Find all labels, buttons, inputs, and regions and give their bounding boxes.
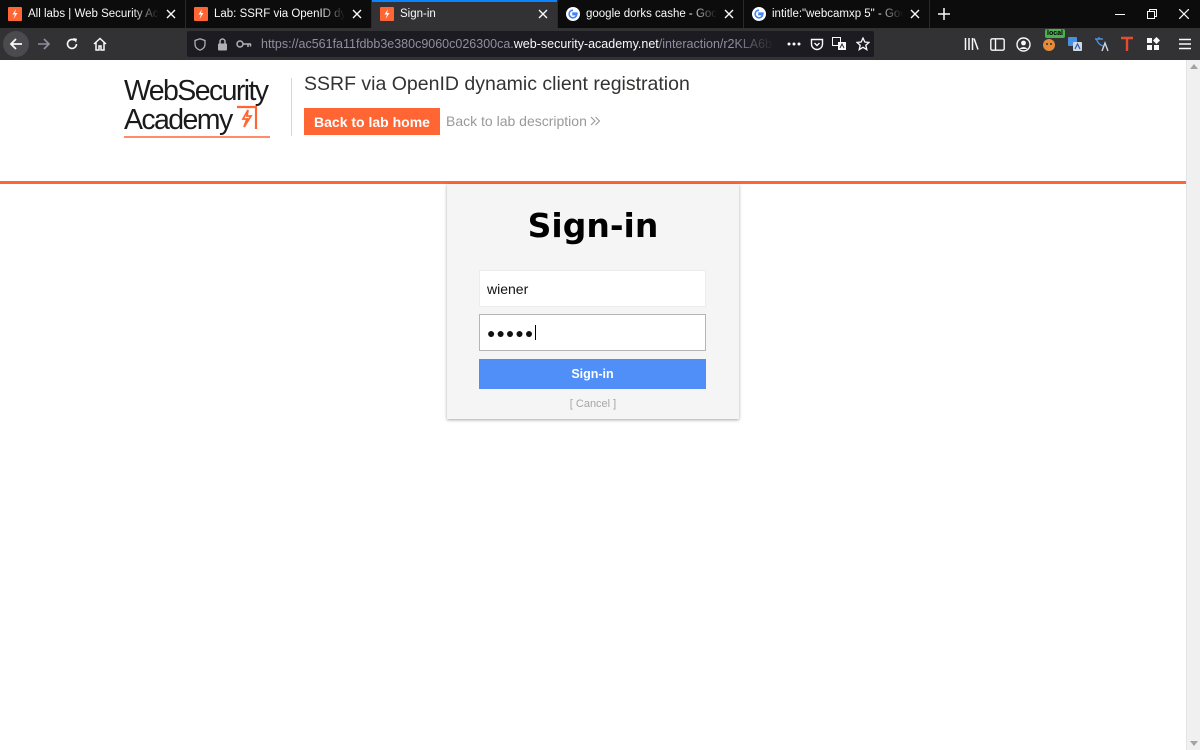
close-window-button[interactable] [1168, 0, 1200, 28]
tab-google-dorks[interactable]: google dorks cashe - Google Search [558, 0, 744, 28]
new-tab-button[interactable] [930, 0, 958, 28]
restore-window-button[interactable] [1136, 0, 1168, 28]
extension-local-icon[interactable]: local [1036, 29, 1065, 57]
password-input[interactable]: ●●●●● [479, 314, 706, 351]
login-card: Sign-in wiener ●●●●● Sign-in [ Cancel ] [447, 184, 739, 419]
language-extension-icon[interactable] [1088, 31, 1114, 57]
academy-header: WebSecurity Academy SSRF via OpenID dyna… [0, 60, 1186, 184]
username-value: wiener [487, 280, 529, 297]
tab-bar: All labs | Web Security Academy Lab: SSR… [0, 0, 1200, 28]
portswigger-icon [8, 7, 22, 21]
shield-icon[interactable] [191, 37, 209, 51]
header-divider [291, 78, 292, 136]
arrow-left-icon [9, 38, 22, 50]
tab-title: Sign-in [400, 8, 436, 20]
scroll-down-icon[interactable] [1190, 741, 1198, 746]
bookmark-star-icon[interactable] [851, 37, 874, 51]
minimize-window-button[interactable] [1104, 0, 1136, 28]
double-chevron-right-icon [590, 116, 601, 126]
close-tab-icon[interactable] [163, 6, 179, 22]
logo-line2-text: Academy [124, 104, 233, 136]
text-caret [535, 325, 537, 340]
tab-title: intitle:"webcamxp 5" - Google Search [772, 8, 903, 20]
back-to-lab-description-label: Back to lab description [446, 113, 587, 129]
sign-in-button[interactable]: Sign-in [479, 359, 706, 389]
forward-button[interactable] [31, 31, 57, 57]
reload-button[interactable] [59, 31, 85, 57]
tab-sign-in[interactable]: Sign-in [372, 0, 558, 28]
url-bar[interactable]: https://ac561fa11fdbb3e380c9060c026300ca… [187, 31, 874, 57]
page-content: WebSecurity Academy SSRF via OpenID dyna… [0, 60, 1186, 750]
close-tab-icon[interactable] [535, 6, 551, 22]
tab-title: All labs | Web Security Academy [28, 8, 159, 20]
logo-line1: WebSecurity [124, 75, 269, 107]
translate-extension-icon[interactable] [1062, 31, 1088, 57]
web-security-academy-logo[interactable]: WebSecurity Academy [124, 75, 288, 138]
lab-title: SSRF via OpenID dynamic client registrat… [304, 73, 690, 95]
scroll-up-icon[interactable] [1190, 64, 1198, 69]
cancel-link[interactable]: [ Cancel ] [447, 398, 739, 410]
navigation-toolbar: https://ac561fa11fdbb3e380c9060c026300ca… [0, 28, 1200, 60]
portswigger-icon [194, 7, 208, 21]
plus-icon [938, 8, 950, 20]
key-icon[interactable] [235, 39, 253, 49]
home-icon [93, 37, 107, 51]
account-icon[interactable] [1010, 31, 1036, 57]
back-to-lab-home-button[interactable]: Back to lab home [304, 108, 440, 135]
back-to-lab-description-link[interactable]: Back to lab description [446, 113, 601, 129]
portswigger-icon [380, 7, 394, 21]
url-path: /interaction/r2KLA6b_jSbbqYHL [658, 37, 775, 51]
toolbar-right: local [958, 29, 1200, 57]
logo-line2: Academy [124, 105, 288, 134]
url-scheme: https:// [261, 37, 299, 51]
tab-title: Lab: SSRF via OpenID dynamic client regi… [214, 8, 345, 20]
reload-icon [66, 38, 78, 50]
back-button[interactable] [3, 31, 29, 57]
hamburger-menu-icon[interactable] [1172, 31, 1198, 57]
tab-webcamxp[interactable]: intitle:"webcamxp 5" - Google Search [744, 0, 930, 28]
logo-underline [124, 136, 270, 138]
google-icon [566, 7, 580, 21]
password-mask: ●●●●● [487, 324, 535, 341]
pocket-icon[interactable] [805, 37, 828, 51]
google-icon [752, 7, 766, 21]
url-subdomain: ac561fa11fdbb3e380c9060c026300ca. [298, 37, 514, 51]
close-tab-icon[interactable] [349, 6, 365, 22]
tab-all-labs[interactable]: All labs | Web Security Academy [0, 0, 186, 28]
lock-icon[interactable] [213, 37, 231, 51]
window-controls [1104, 0, 1200, 28]
tab-lab-ssrf[interactable]: Lab: SSRF via OpenID dynamic client regi… [186, 0, 372, 28]
sidebar-icon[interactable] [984, 31, 1010, 57]
arrow-right-icon [38, 38, 51, 50]
url-text[interactable]: https://ac561fa11fdbb3e380c9060c026300ca… [261, 37, 775, 51]
username-input[interactable]: wiener [479, 270, 706, 307]
tab-title: google dorks cashe - Google Search [586, 8, 717, 20]
close-tab-icon[interactable] [721, 6, 737, 22]
url-host: web-security-academy.net [513, 37, 659, 51]
home-button[interactable] [87, 31, 113, 57]
close-tab-icon[interactable] [907, 6, 923, 22]
vertical-scrollbar[interactable] [1186, 60, 1200, 750]
library-icon[interactable] [958, 31, 984, 57]
translate-icon[interactable] [828, 37, 851, 51]
lightning-logo-icon [236, 105, 257, 129]
login-title: Sign-in [527, 206, 659, 245]
page-actions-menu-icon[interactable] [782, 37, 805, 51]
text-extension-icon[interactable] [1114, 31, 1140, 57]
extensions-grid-icon[interactable] [1140, 31, 1166, 57]
